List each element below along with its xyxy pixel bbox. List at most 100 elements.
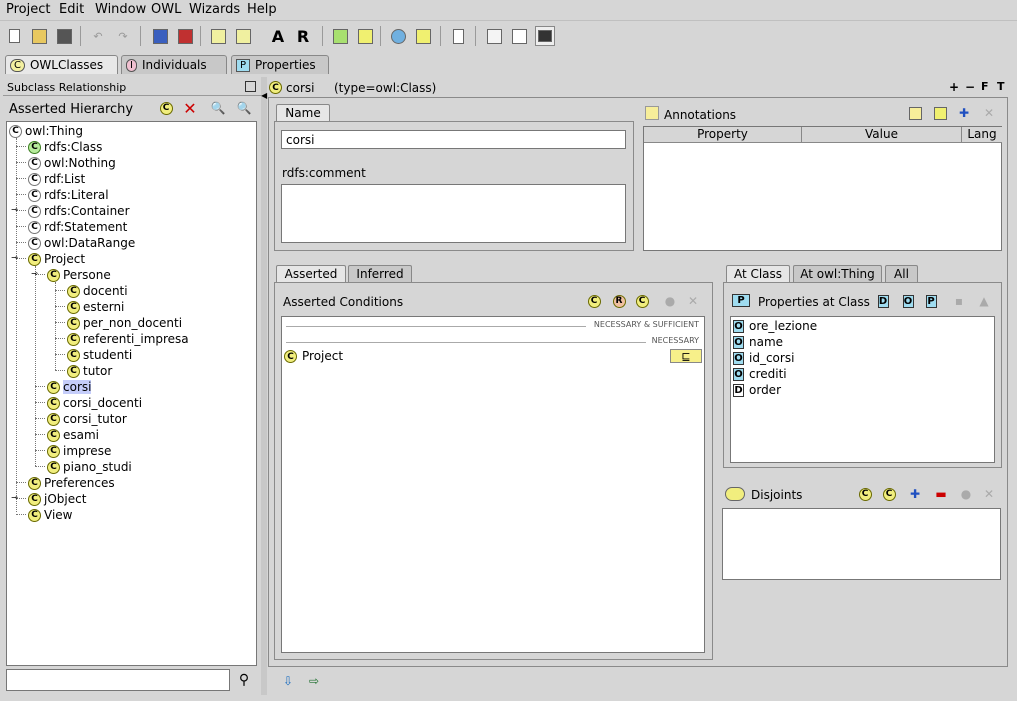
tree-item[interactable]: Cstudenti [67, 347, 132, 363]
menu-edit[interactable]: Edit [59, 2, 84, 17]
tree-arrange-icon[interactable] [208, 26, 228, 46]
tab-properties[interactable]: P Properties [231, 55, 329, 74]
menu-wizards[interactable]: Wizards [189, 2, 240, 17]
redo-icon[interactable]: ↷ [113, 26, 133, 46]
add-disjoint-icon[interactable]: C [856, 485, 874, 503]
document-icon[interactable] [448, 26, 468, 46]
collapse-all-button[interactable]: − [965, 80, 975, 94]
tree-item[interactable]: Cowl:DataRange [28, 235, 135, 251]
find-class-usage-icon[interactable]: 🔍 [235, 99, 253, 117]
tab-at-class[interactable]: At Class [726, 265, 790, 282]
tree-item[interactable]: Cper_non_docenti [67, 315, 182, 331]
tree-item[interactable]: Crdfs:Class [28, 139, 102, 155]
export-icon[interactable]: ⇨ [305, 672, 323, 690]
consistency-icon[interactable] [413, 26, 433, 46]
collapse-toggle-icon[interactable]: ⊸ [10, 254, 19, 263]
rdfs-comment-field[interactable] [281, 184, 626, 243]
property-item[interactable]: Oname [733, 334, 783, 350]
property-action-icon[interactable]: ▲ [975, 292, 993, 310]
add-datatype-property-icon[interactable]: D [874, 292, 892, 310]
undo-icon[interactable]: ↶ [88, 26, 108, 46]
annotation-col-value[interactable]: Value [802, 127, 962, 143]
maximize-icon[interactable] [245, 81, 256, 92]
tree-item[interactable]: C Project [28, 251, 85, 267]
frame-icon[interactable] [484, 26, 504, 46]
add-annotation-icon[interactable] [906, 104, 924, 122]
find-class-icon[interactable]: 🔍 [209, 99, 227, 117]
tree-item[interactable]: Cdocenti [67, 283, 128, 299]
tree-item[interactable]: Cimprese [47, 443, 111, 459]
add-datatype-annotation-icon[interactable] [931, 104, 949, 122]
annotation-col-lang[interactable]: Lang [962, 127, 1002, 143]
open-project-icon[interactable] [29, 26, 49, 46]
menu-window[interactable]: Window [95, 2, 146, 17]
sort-az-icon[interactable] [233, 26, 253, 46]
remove-disjoint-icon[interactable]: ✕ [980, 485, 998, 503]
tree-item[interactable]: Ccorsi_docenti [47, 395, 142, 411]
tree-item[interactable]: C Persone [47, 267, 111, 283]
property-item[interactable]: Oore_lezione [733, 318, 817, 334]
copy-classes-icon[interactable] [150, 26, 170, 46]
splitter[interactable]: ◀ [261, 77, 267, 695]
remove-annotation-icon[interactable]: ✕ [980, 104, 998, 122]
remove-all-siblings-icon[interactable]: ▬ [932, 485, 950, 503]
tree-item[interactable]: C View [28, 507, 72, 523]
tab-at-owl-thing[interactable]: At owl:Thing [793, 265, 882, 282]
table-icon[interactable] [509, 26, 529, 46]
f-button[interactable]: F [981, 80, 989, 93]
class-name-field[interactable] [281, 130, 626, 149]
remove-condition-icon[interactable]: ✕ [684, 292, 702, 310]
tree-item[interactable]: Cpiano_studi [47, 459, 132, 475]
add-property-annotation-icon[interactable]: ✚ [955, 104, 973, 122]
add-named-class-icon[interactable]: C [633, 292, 651, 310]
tree-item[interactable]: Crdfs:Container [28, 203, 130, 219]
import-icon[interactable]: ⇩ [279, 672, 297, 690]
reasoner-icon[interactable] [388, 26, 408, 46]
create-restriction-icon[interactable]: C [585, 292, 603, 310]
help-icon[interactable] [535, 26, 555, 46]
class-search-input[interactable] [6, 669, 230, 691]
tree-item[interactable]: CjObject [28, 491, 86, 507]
delete-class-icon[interactable]: ✕ [181, 99, 199, 118]
remove-property-icon[interactable]: ▪ [950, 292, 968, 310]
tree-item[interactable]: Ccorsi [47, 379, 92, 395]
menu-owl[interactable]: OWL [151, 2, 181, 17]
tree-item[interactable]: Crdf:Statement [28, 219, 127, 235]
new-project-icon[interactable] [4, 26, 24, 46]
save-project-icon[interactable] [54, 26, 74, 46]
tab-asserted[interactable]: Asserted [276, 265, 346, 282]
add-all-siblings-icon[interactable]: ✚ [906, 485, 924, 503]
expand-toggle-icon[interactable]: ⊸ [10, 494, 19, 503]
tree-item[interactable]: Creferenti_impresa [67, 331, 189, 347]
tree-item[interactable]: Ccorsi_tutor [47, 411, 127, 427]
tree-item[interactable]: Crdfs:Literal [28, 187, 109, 203]
tab-inferred[interactable]: Inferred [348, 265, 412, 282]
property-item[interactable]: Ocrediti [733, 366, 787, 382]
tab-owlclasses[interactable]: C OWLClasses [5, 55, 118, 74]
query-icon[interactable] [330, 26, 350, 46]
property-item[interactable]: Oid_corsi [733, 350, 794, 366]
tab-name[interactable]: Name [276, 104, 330, 121]
splitter-arrow-icon[interactable]: ◀ [261, 91, 267, 100]
add-property-icon[interactable]: P [922, 292, 940, 310]
add-disjoint-class-icon[interactable]: C [880, 485, 898, 503]
condition-row[interactable]: C Project ⊑ [284, 349, 702, 365]
tab-individuals[interactable]: I Individuals [121, 55, 227, 74]
tree-item[interactable]: Cowl:Nothing [28, 155, 116, 171]
delete-classes-icon[interactable] [175, 26, 195, 46]
property-item[interactable]: Dorder [733, 382, 781, 398]
t-button[interactable]: T [997, 80, 1005, 93]
create-restriction-r-icon[interactable]: R [610, 292, 628, 310]
binoculars-search-icon[interactable]: ⚲ [235, 671, 253, 689]
annotation-col-property[interactable]: Property [644, 127, 802, 143]
tree-item[interactable]: Cowl:Thing [9, 123, 83, 139]
remove-condition-search-icon[interactable]: ● [661, 292, 679, 310]
tree-item[interactable]: C Preferences [28, 475, 115, 491]
remove-disjoint-search-icon[interactable]: ● [957, 485, 975, 503]
tab-all[interactable]: All [885, 265, 918, 282]
add-object-property-icon[interactable]: O [899, 292, 917, 310]
tree-item[interactable]: Ctutor [67, 363, 112, 379]
tree-item[interactable]: Crdf:List [28, 171, 85, 187]
tree-item[interactable]: Cesterni [67, 299, 124, 315]
tree-item[interactable]: Cesami [47, 427, 99, 443]
